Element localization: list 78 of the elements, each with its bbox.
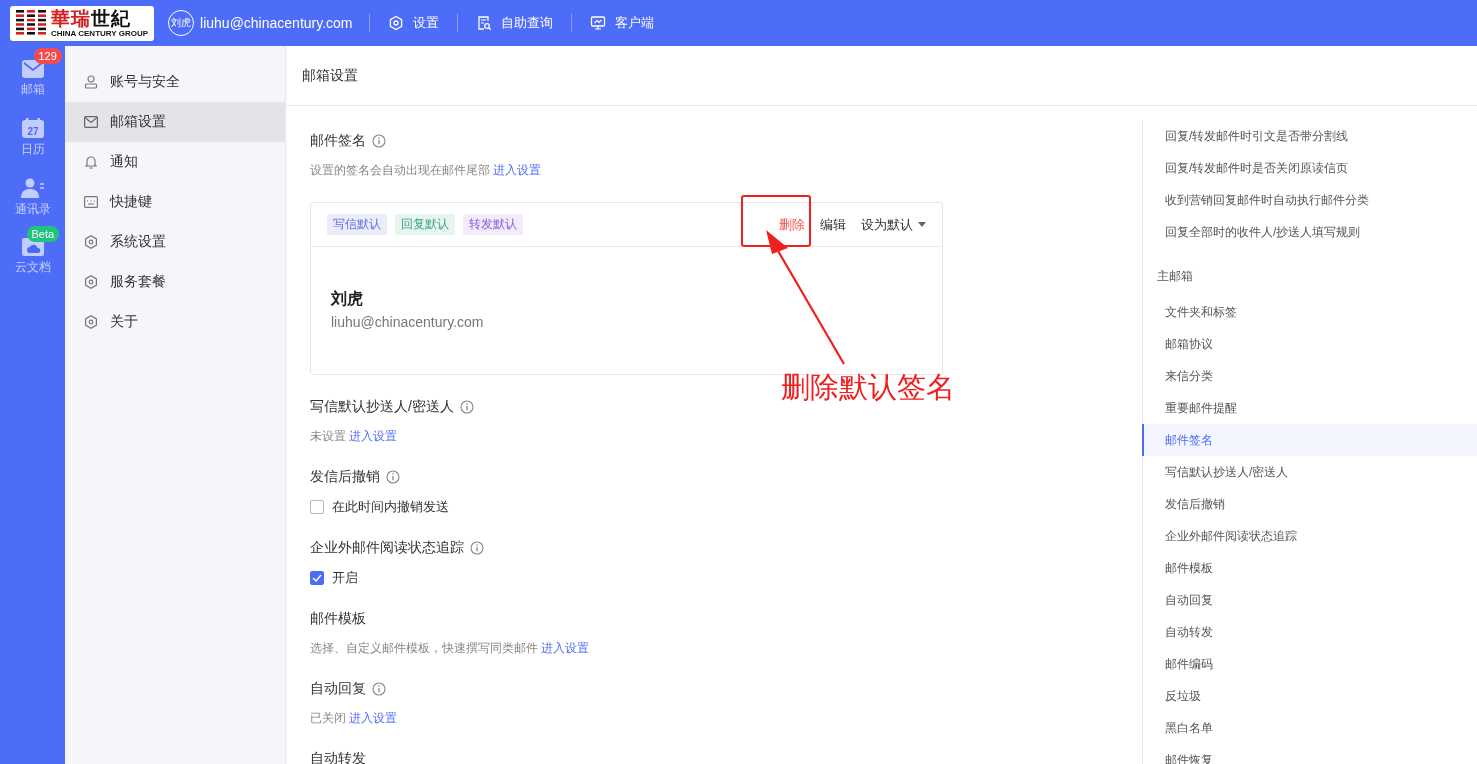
document-search-icon [475, 15, 492, 31]
anchor-link[interactable]: 回复/转发邮件时引文是否带分割线 [1142, 120, 1477, 152]
anchor-link[interactable]: 邮件模板 [1142, 552, 1477, 584]
monitor-icon [589, 15, 606, 31]
logo-subtitle: CHINA CENTURY GROUP [51, 28, 149, 38]
account-email[interactable]: liuhu@chinacentury.com [200, 15, 353, 31]
anchor-link[interactable]: 黑白名单 [1142, 712, 1477, 744]
anchor-link[interactable]: 企业外邮件阅读状态追踪 [1142, 520, 1477, 552]
settings-icon [387, 15, 404, 31]
nav-button[interactable]: 自助查询 [457, 8, 571, 38]
section-description: 已关闭 进入设置 [310, 710, 399, 727]
page-title: 邮箱设置 [302, 66, 358, 85]
hexagon-icon [84, 315, 98, 329]
section-description: 未设置 进入设置 [310, 428, 399, 445]
tag: 回复默认 [395, 214, 455, 235]
count-badge: 129 [33, 48, 62, 64]
person-icon [20, 178, 45, 198]
section-title: 写信默认抄送人/密送人 [310, 398, 454, 416]
section-title: 自动回复 [310, 680, 366, 698]
settings-link[interactable]: 进入设置 [349, 429, 398, 443]
tag: 转发默认 [463, 214, 523, 235]
anchor-link[interactable]: 来信分类 [1142, 360, 1477, 392]
anchor-link[interactable]: 自动回复 [1142, 584, 1477, 616]
settings-link[interactable]: 进入设置 [541, 641, 590, 655]
bell-icon [84, 155, 98, 169]
sidebar-item[interactable]: 邮箱设置 [65, 102, 285, 142]
mail-icon [84, 116, 98, 128]
rail-item[interactable]: 129 邮箱 [2, 48, 63, 102]
logo-name: 華瑞世紀 [51, 8, 132, 29]
checkbox-label: 在此时间内撤销发送 [332, 498, 449, 516]
sidebar-item[interactable]: 快捷键 [65, 182, 285, 222]
keyboard-icon [84, 196, 98, 208]
anchor-link[interactable]: 回复全部时的收件人/抄送人填写规则 [1142, 216, 1477, 248]
anchor-link[interactable]: 发信后撤销 [1142, 488, 1477, 520]
anchor-link[interactable]: 回复/转发邮件时是否关闭原读信页 [1142, 152, 1477, 184]
mail-icon [21, 60, 44, 78]
sidebar-item[interactable]: 账号与安全 [65, 62, 285, 102]
anchor-link[interactable]: 邮件签名 [1142, 424, 1477, 456]
sidebar-item[interactable]: 系统设置 [65, 222, 285, 262]
anchor-group-title: 主邮箱 [1156, 267, 1194, 285]
checkbox[interactable] [310, 500, 324, 514]
sidebar-item[interactable]: 通知 [65, 142, 285, 182]
annotation-text: 删除默认签名 [781, 370, 955, 405]
section-description: 选择、自定义邮件模板，快速撰写同类邮件 进入设置 [310, 640, 591, 657]
signature-name: 刘虎 [331, 289, 364, 309]
hexagon-icon [84, 275, 98, 289]
section-title: 发信后撤销 [310, 468, 380, 486]
settings-link[interactable]: 进入设置 [493, 163, 542, 177]
section-title: 邮件签名 [310, 132, 366, 150]
section-description: 设置的签名会自动出现在邮件尾部 进入设置 [310, 162, 543, 179]
anchor-link[interactable]: 自动转发 [1142, 616, 1477, 648]
anchor-link[interactable]: 收到营销回复邮件时自动执行邮件分类 [1142, 184, 1477, 216]
anchor-link[interactable]: 重要邮件提醒 [1142, 392, 1477, 424]
caret-icon [918, 222, 926, 227]
action-link[interactable]: 删除 [779, 215, 805, 234]
dropdown-button[interactable]: 设为默认 [861, 215, 926, 234]
section-title: 邮件模板 [310, 610, 366, 628]
logo-grid-icon [16, 10, 46, 36]
anchor-link[interactable]: 邮箱协议 [1142, 328, 1477, 360]
sidebar-item[interactable]: 关于 [65, 302, 285, 342]
checkbox-label: 开启 [332, 569, 358, 587]
sidebar-item[interactable]: 服务套餐 [65, 262, 285, 302]
hexagon-icon [84, 235, 98, 249]
action-link[interactable]: 编辑 [820, 215, 846, 234]
anchor-link[interactable]: 反垃圾 [1142, 680, 1477, 712]
beta-badge: Beta [26, 226, 60, 242]
checkbox[interactable] [310, 571, 324, 585]
settings-link[interactable]: 进入设置 [349, 711, 398, 725]
anchor-link[interactable]: 邮件编码 [1142, 648, 1477, 680]
nav-button[interactable]: 设置 [369, 8, 457, 38]
signature-email: liuhu@chinacentury.com [331, 314, 485, 330]
user-icon [84, 75, 98, 89]
section-title: 企业外邮件阅读状态追踪 [310, 539, 464, 557]
anchor-link[interactable]: 写信默认抄送人/密送人 [1142, 456, 1477, 488]
calendar-icon: 27 [21, 118, 44, 138]
tag: 写信默认 [327, 214, 387, 235]
nav-button[interactable]: 客户端 [571, 8, 672, 38]
anchor-link[interactable]: 文件夹和标签 [1142, 296, 1477, 328]
